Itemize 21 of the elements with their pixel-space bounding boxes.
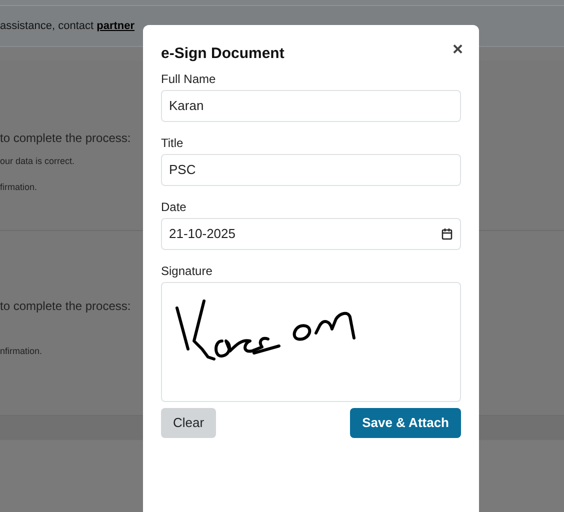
email-link[interactable]: partner — [96, 20, 135, 32]
step-text: nfirmation. — [0, 345, 42, 358]
dialog-title: e-Sign Document — [161, 44, 284, 64]
field-label: Title — [161, 136, 184, 150]
signature-pad[interactable] — [161, 282, 461, 402]
field-label: Signature — [161, 264, 212, 278]
text-field[interactable]: PSC — [161, 154, 461, 186]
calendar-icon[interactable] — [441, 228, 453, 240]
date-value: 21-10-2025 — [169, 224, 236, 243]
field-label: Full Name — [161, 72, 216, 86]
step-text: firmation. — [0, 180, 38, 194]
date-field[interactable]: 21-10-2025 — [161, 218, 461, 250]
text-field[interactable]: Karan — [161, 90, 461, 122]
field-label: Date — [161, 200, 186, 214]
clear-button[interactable]: Clear — [161, 408, 216, 438]
save-button[interactable]: Save & Attach — [350, 408, 461, 438]
instruction-text: to complete the process: — [0, 298, 131, 315]
close-button[interactable]: × — [452, 40, 463, 58]
instruction-text: to complete the process: — [0, 130, 131, 147]
banner-text: assistance, contact partner — [0, 18, 135, 34]
step-text: our data is correct. — [0, 155, 75, 168]
